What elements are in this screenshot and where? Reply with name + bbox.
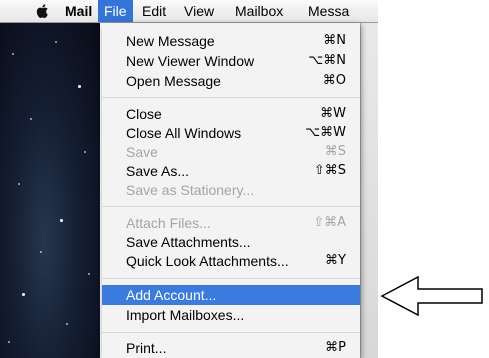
menu-item-label: Open Message bbox=[126, 73, 221, 89]
menu-item-label: New Message bbox=[126, 33, 215, 49]
menu-item-shortcut: ⌘Y bbox=[325, 253, 346, 268]
menu-item-shortcut: ⇧⌘A bbox=[313, 215, 346, 230]
menu-item-label: Import Mailboxes... bbox=[126, 307, 245, 323]
menu-item-close[interactable]: Close ⌘W bbox=[102, 104, 360, 124]
menu-message[interactable]: Messa bbox=[300, 0, 357, 22]
menu-item-shortcut: ⌥⌘N bbox=[308, 53, 346, 68]
menu-item-save-attachments[interactable]: Save Attachments... bbox=[102, 232, 360, 252]
menu-item-label: Close All Windows bbox=[126, 125, 242, 141]
menu-separator bbox=[102, 278, 360, 279]
menu-item-new-viewer-window[interactable]: New Viewer Window ⌥⌘N bbox=[102, 51, 360, 71]
menu-item-new-message[interactable]: New Message ⌘N bbox=[102, 31, 360, 51]
menu-item-shortcut: ⌘W bbox=[320, 106, 346, 121]
desktop-wallpaper bbox=[0, 23, 100, 358]
menu-item-print[interactable]: Print... ⌘P bbox=[102, 338, 360, 358]
file-menu-dropdown: New Message ⌘N New Viewer Window ⌥⌘N Ope… bbox=[102, 23, 360, 358]
menu-item-label: Quick Look Attachments... bbox=[126, 253, 289, 269]
menu-item-shortcut: ⌥⌘W bbox=[305, 125, 346, 140]
menu-item-label: Close bbox=[126, 106, 162, 122]
menu-separator bbox=[102, 206, 360, 207]
menu-item-shortcut: ⌘N bbox=[323, 33, 346, 48]
menu-view[interactable]: View bbox=[176, 0, 222, 22]
menu-item-save-as-stationery: Save as Stationery... bbox=[102, 180, 360, 200]
menu-item-shortcut: ⇧⌘S bbox=[313, 163, 346, 178]
menu-item-attach-files: Attach Files... ⇧⌘A bbox=[102, 213, 360, 233]
menu-separator bbox=[102, 332, 360, 333]
menu-item-save: Save ⌘S bbox=[102, 142, 360, 162]
screenshot: Mail File Edit View Mailbox Messa New Me… bbox=[0, 0, 378, 358]
menu-item-label: Save as Stationery... bbox=[126, 182, 255, 198]
menu-item-label: New Viewer Window bbox=[126, 53, 255, 69]
menu-mail[interactable]: Mail bbox=[57, 0, 100, 22]
menu-item-label: Save As... bbox=[126, 163, 190, 179]
menu-item-import-mailboxes[interactable]: Import Mailboxes... bbox=[102, 305, 360, 325]
menu-item-shortcut: ⌘S bbox=[324, 144, 346, 159]
outline-arrow-left-icon bbox=[380, 275, 483, 317]
menu-bar: Mail File Edit View Mailbox Messa bbox=[0, 0, 378, 23]
menu-separator bbox=[102, 97, 360, 98]
apple-menu[interactable] bbox=[36, 0, 56, 22]
menu-file[interactable]: File bbox=[98, 0, 133, 22]
menu-mailbox[interactable]: Mailbox bbox=[227, 0, 291, 22]
menu-item-label: Save bbox=[126, 144, 158, 160]
menu-item-quick-look-attachments[interactable]: Quick Look Attachments... ⌘Y bbox=[102, 251, 360, 271]
menu-item-label: Attach Files... bbox=[126, 215, 211, 231]
apple-logo-icon bbox=[36, 4, 48, 18]
menu-edit[interactable]: Edit bbox=[134, 0, 174, 22]
menu-item-shortcut: ⌘P bbox=[325, 340, 346, 355]
menu-item-add-account[interactable]: Add Account... bbox=[102, 285, 360, 305]
menu-item-save-as[interactable]: Save As... ⇧⌘S bbox=[102, 161, 360, 181]
menu-item-label: Print... bbox=[126, 340, 167, 356]
menu-item-open-message[interactable]: Open Message ⌘O bbox=[102, 71, 360, 91]
menu-item-label: Save Attachments... bbox=[126, 234, 251, 250]
menu-item-close-all-windows[interactable]: Close All Windows ⌥⌘W bbox=[102, 123, 360, 143]
background-window bbox=[360, 23, 378, 358]
menu-item-shortcut: ⌘O bbox=[322, 73, 346, 88]
menu-item-label: Add Account... bbox=[126, 287, 217, 303]
